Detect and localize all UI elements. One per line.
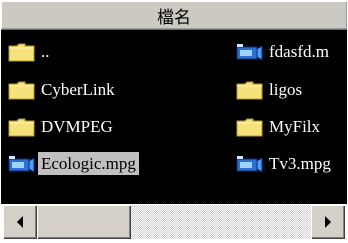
video-file-icon [236,153,263,175]
folder-icon [8,41,35,63]
list-item-ligos[interactable]: ligos [236,76,305,103]
arrow-left-icon [17,216,23,228]
list-item-label: ligos [269,80,303,99]
scrollbar-thumb[interactable] [37,205,131,239]
list-item-dvmpeg[interactable]: DVMPEG [8,113,116,140]
scroll-left-button[interactable] [3,205,37,239]
list-item-fdasfd[interactable]: fdasfd.m [236,38,332,65]
list-item-myfilx[interactable]: MyFilx [236,113,323,140]
list-item-label: Ecologic.mpg [38,152,139,175]
scroll-right-button[interactable] [311,205,345,239]
list-item-cyberlink[interactable]: CyberLink [8,76,118,103]
list-item-label: .. [41,42,50,61]
list-item-ecologic-mpg[interactable]: Ecologic.mpg [8,150,139,177]
video-file-icon [236,41,263,63]
list-item-label: CyberLink [41,80,115,99]
list-item-label: fdasfd.m [269,42,329,61]
folder-icon [8,79,35,101]
arrow-right-icon [325,216,331,228]
folder-icon [236,79,263,101]
list-item-label: DVMPEG [41,117,113,136]
folder-icon [236,116,263,138]
horizontal-scrollbar[interactable] [1,204,347,242]
list-item-parent-folder[interactable]: .. [8,38,53,65]
file-list: .. CyberLink DVMPEG Ecologic.mpg fdasfd.… [1,30,347,202]
folder-icon [8,116,35,138]
file-list-panel: 檔名 .. CyberLink DVMPEG Ecologic.mpg fdas… [0,0,348,243]
column-header-filename[interactable]: 檔名 [1,1,347,30]
column-header-label: 檔名 [157,7,191,28]
video-file-icon [8,153,35,175]
list-item-label: Tv3.mpg [269,154,331,173]
list-item-tv3-mpg[interactable]: Tv3.mpg [236,150,334,177]
list-item-label: MyFilx [269,117,321,136]
